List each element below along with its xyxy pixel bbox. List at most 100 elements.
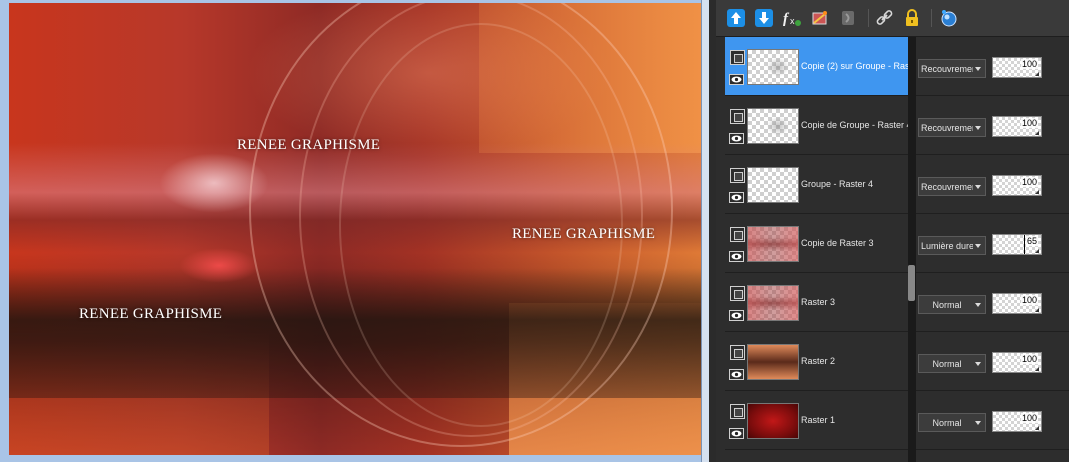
blend-mode-list: Recouvrement 100 Recouvrement 100 Recouv…	[916, 37, 1069, 462]
eye-icon[interactable]	[729, 131, 744, 144]
layer-thumbnail	[747, 167, 799, 203]
eye-icon[interactable]	[729, 308, 744, 321]
chevron-down-icon	[975, 185, 981, 189]
opacity-value: 100	[1020, 59, 1038, 69]
resize-handle-icon	[1035, 131, 1039, 135]
blend-mode-dropdown[interactable]: Normal	[918, 354, 986, 373]
toolbar-separator	[931, 9, 932, 27]
opacity-slider[interactable]: 100	[992, 175, 1042, 196]
lock-icon[interactable]	[901, 7, 923, 29]
blend-row: Recouvrement 100	[916, 37, 1069, 96]
blend-mode-label: Normal	[932, 300, 962, 310]
blend-mode-dropdown[interactable]: Normal	[918, 295, 986, 314]
eraser-icon[interactable]	[809, 7, 831, 29]
blend-mode-dropdown[interactable]: Normal	[918, 413, 986, 432]
opacity-slider[interactable]: 65	[992, 234, 1042, 255]
chevron-down-icon	[975, 244, 981, 248]
watermark-text: RENEE GRAPHISME	[79, 306, 223, 322]
toolbar-separator	[868, 9, 869, 27]
opacity-value: 100	[1020, 354, 1038, 364]
canvas-window: RENEE GRAPHISME RENEE GRAPHISME RENEE GR…	[0, 0, 709, 462]
resize-handle-icon	[1035, 190, 1039, 194]
layer-name: Copie (2) sur Groupe - Raster 4	[801, 61, 909, 71]
opacity-slider[interactable]: 100	[992, 352, 1042, 373]
opacity-value: 100	[1020, 177, 1038, 187]
opacity-slider[interactable]: 100	[992, 116, 1042, 137]
eye-icon[interactable]	[729, 190, 744, 203]
eye-icon[interactable]	[729, 367, 744, 380]
opacity-value: 100	[1020, 295, 1038, 305]
layer-thumbnail	[747, 49, 799, 85]
layer-row[interactable]: Raster 2	[725, 332, 908, 391]
arrow-down-icon[interactable]	[753, 7, 775, 29]
layer-row[interactable]: Raster 1	[725, 391, 908, 450]
layer-row[interactable]: Copie de Raster 3	[725, 214, 908, 273]
layer-group-icon[interactable]	[730, 404, 745, 419]
watermark-text: RENEE GRAPHISME	[237, 137, 381, 153]
layers-toolbar: fx	[716, 0, 1069, 37]
eye-icon[interactable]	[729, 426, 744, 439]
blend-row: Lumière dure 65	[916, 214, 1069, 273]
layer-thumbnail	[747, 344, 799, 380]
blend-row: Normal 100	[916, 391, 1069, 450]
layer-thumbnail	[747, 226, 799, 262]
layer-row[interactable]: Copie (2) sur Groupe - Raster 4	[725, 37, 909, 96]
palette-splitter[interactable]	[908, 37, 916, 462]
globe-icon[interactable]	[938, 7, 960, 29]
link-icon[interactable]	[874, 7, 896, 29]
image-canvas[interactable]: RENEE GRAPHISME RENEE GRAPHISME RENEE GR…	[9, 3, 701, 455]
chevron-down-icon	[975, 126, 981, 130]
resize-handle-icon	[1035, 72, 1039, 76]
layers-palette: fx Copie (2) sur Groupe - Raster 4	[716, 0, 1069, 462]
chevron-down-icon	[975, 67, 981, 71]
chevron-down-icon	[975, 421, 981, 425]
layer-row[interactable]: Raster 3	[725, 273, 908, 332]
opacity-value: 100	[1020, 118, 1038, 128]
layer-group-icon[interactable]	[730, 109, 745, 124]
layer-group-icon[interactable]	[730, 227, 745, 242]
svg-text:f: f	[783, 11, 790, 27]
blend-row: Recouvrement 100	[916, 155, 1069, 214]
blend-row: Normal 100	[916, 273, 1069, 332]
blend-mode-dropdown[interactable]: Lumière dure	[918, 236, 986, 255]
layer-row[interactable]: Groupe - Raster 4	[725, 155, 908, 214]
blend-mode-label: Normal	[932, 418, 962, 428]
opacity-slider[interactable]: 100	[992, 57, 1042, 78]
layer-group-icon[interactable]	[730, 286, 745, 301]
resize-handle-icon	[1035, 249, 1039, 253]
blend-mode-dropdown[interactable]: Recouvrement	[918, 118, 986, 137]
blend-mode-label: Recouvrement	[921, 182, 973, 192]
opacity-slider[interactable]: 100	[992, 293, 1042, 314]
watermark-text: RENEE GRAPHISME	[512, 226, 656, 242]
fx-icon[interactable]: fx	[781, 7, 803, 29]
canvas-window-border	[701, 0, 709, 462]
chevron-down-icon	[975, 362, 981, 366]
layer-thumbnail	[747, 403, 799, 439]
layer-group-icon[interactable]	[730, 168, 745, 183]
layer-group-icon[interactable]	[730, 50, 745, 65]
layer-thumbnail	[747, 108, 799, 144]
eye-icon[interactable]	[729, 72, 744, 85]
splitter-grip[interactable]	[908, 265, 915, 301]
eye-icon[interactable]	[729, 249, 744, 262]
svg-text:x: x	[790, 16, 795, 26]
layer-name: Copie de Groupe - Raster 4	[801, 120, 909, 130]
arrow-up-icon[interactable]	[725, 7, 747, 29]
layer-name: Copie de Raster 3	[801, 238, 874, 248]
opacity-slider[interactable]: 100	[992, 411, 1042, 432]
opacity-level	[993, 235, 1025, 254]
artwork-red-glow	[179, 248, 259, 283]
blend-mode-dropdown[interactable]: Recouvrement	[918, 177, 986, 196]
blend-mode-dropdown[interactable]: Recouvrement	[918, 59, 986, 78]
layer-list: Copie (2) sur Groupe - Raster 4 Copie de…	[725, 37, 909, 462]
layer-row[interactable]: Copie de Groupe - Raster 4	[725, 96, 909, 155]
layer-group-icon[interactable]	[730, 345, 745, 360]
blend-mode-label: Recouvrement	[921, 123, 973, 133]
blend-row: Recouvrement 100	[916, 96, 1069, 155]
resize-handle-icon	[1035, 367, 1039, 371]
blend-mode-label: Normal	[932, 359, 962, 369]
mask-icon[interactable]	[837, 7, 859, 29]
chevron-down-icon	[975, 303, 981, 307]
blend-mode-label: Recouvrement	[921, 64, 973, 74]
layer-name: Raster 1	[801, 415, 836, 425]
